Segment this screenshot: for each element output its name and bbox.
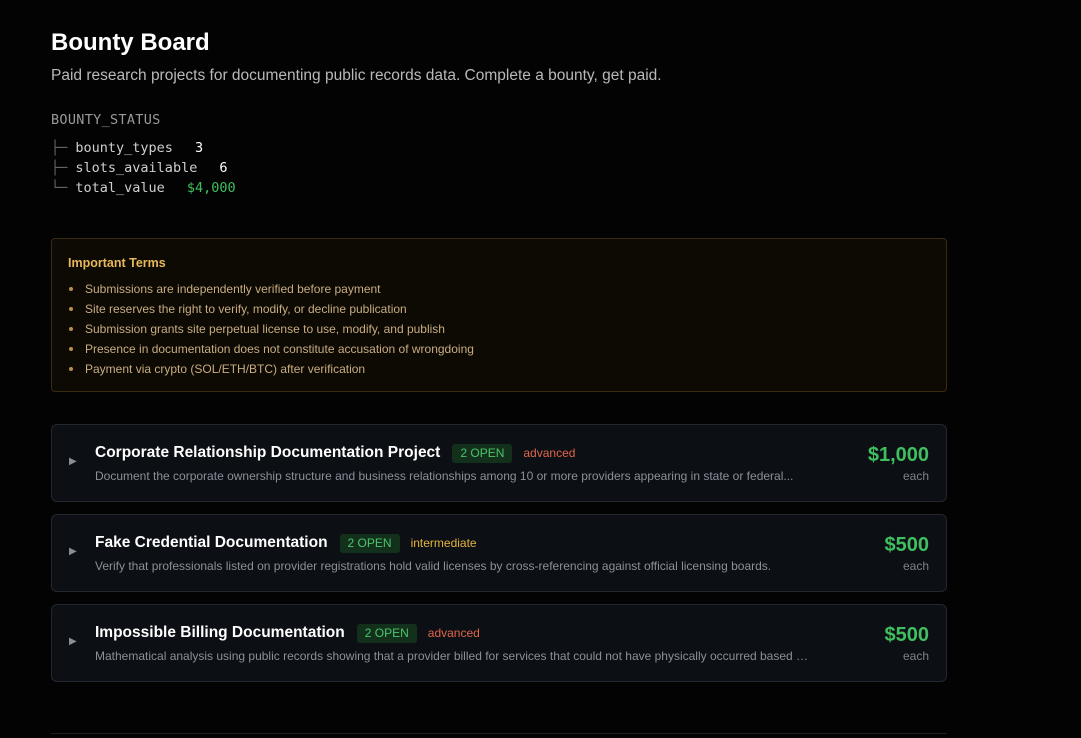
bounty-description: Document the corporate ownership structu… [95,469,794,483]
bounty-title: Corporate Relationship Documentation Pro… [95,444,441,461]
price-amount: $1,000 [867,444,929,466]
caret-right-icon[interactable]: ▶ [69,456,77,467]
status-key: slots_available [75,160,198,176]
bounty-list: ▶ Corporate Relationship Documentation P… [51,424,947,682]
bounty-title: Impossible Billing Documentation [95,624,345,641]
tree-branch: ├─ [51,140,68,156]
price-amount: $500 [884,624,930,646]
terms-title: Important Terms [68,256,166,270]
important-terms-box: Important Terms Submissions are independ… [51,238,947,392]
tree-branch: ├─ [51,160,68,176]
bounty-description: Mathematical analysis using public recor… [95,649,811,663]
terms-item-text: Submission grants site perpetual license… [85,322,445,336]
terms-list: Submissions are independently verified b… [68,279,930,379]
terms-item-text: Submissions are independently verified b… [85,282,381,296]
price-unit: each [902,649,929,663]
price-unit: each [902,469,929,483]
terms-item-text: Presence in documentation does not const… [85,342,474,356]
terms-item: Presence in documentation does not const… [68,339,930,359]
bounty-headline: Corporate Relationship Documentation Pro… [95,442,815,464]
bullet-icon [69,307,73,311]
page-title: Bounty Board [51,29,210,56]
status-value: 3 [194,140,204,156]
open-slots-badge: 2 OPEN [339,533,400,553]
bounty-card-fake-credential[interactable]: ▶ Fake Credential Documentation 2 OPEN i… [51,514,947,592]
status-key: bounty_types [75,140,173,156]
status-value: 6 [219,160,228,176]
section-divider [51,733,947,734]
tree-branch: └─ [51,180,68,196]
status-key: total_value [75,180,165,196]
difficulty-label: intermediate [410,536,477,550]
bounty-card-main: Corporate Relationship Documentation Pro… [95,442,815,483]
status-row-slots-available: ├─ slots_available 6 [51,158,1081,178]
status-heading: BOUNTY_STATUS [51,112,161,128]
price-unit: each [902,559,929,573]
bounty-headline: Fake Credential Documentation 2 OPEN int… [95,532,815,554]
bounty-card-impossible-billing[interactable]: ▶ Impossible Billing Documentation 2 OPE… [51,604,947,682]
terms-item-text: Site reserves the right to verify, modif… [85,302,407,316]
status-tree: ├─ bounty_types 3 ├─ slots_available 6 └─ … [51,138,1081,198]
bounty-title: Fake Credential Documentation [95,534,328,551]
bounty-price: $500 each [885,532,930,574]
price-amount: $500 [884,534,930,556]
bounty-status: BOUNTY_STATUS ├─ bounty_types 3 ├─ slots_… [51,112,1081,198]
terms-item: Submissions are independently verified b… [68,279,930,299]
status-value: $4,000 [186,180,236,196]
bounty-card-corporate-relationship[interactable]: ▶ Corporate Relationship Documentation P… [51,424,947,502]
bounty-board-page: Bounty Board Paid research projects for … [0,0,1081,738]
terms-item-text: Payment via crypto (SOL/ETH/BTC) after v… [85,362,366,376]
terms-item: Site reserves the right to verify, modif… [68,299,930,319]
bounty-card-main: Impossible Billing Documentation 2 OPEN … [95,622,815,663]
bounty-headline: Impossible Billing Documentation 2 OPEN … [95,622,815,644]
open-slots-badge: 2 OPEN [452,443,513,463]
bounty-price: $1,000 each [868,442,929,484]
bullet-icon [69,367,73,371]
caret-right-icon[interactable]: ▶ [69,636,77,647]
bounty-card-main: Fake Credential Documentation 2 OPEN int… [95,532,815,573]
terms-item: Submission grants site perpetual license… [68,319,930,339]
bounty-price: $500 each [885,622,930,664]
terms-item: Payment via crypto (SOL/ETH/BTC) after v… [68,359,930,379]
bounty-description: Verify that professionals listed on prov… [95,559,772,573]
bullet-icon [69,347,73,351]
bullet-icon [69,287,73,291]
difficulty-label: advanced [427,626,480,640]
difficulty-label: advanced [523,446,576,460]
page-subtitle: Paid research projects for documenting p… [51,67,662,84]
caret-right-icon[interactable]: ▶ [69,546,77,557]
status-row-bounty-types: ├─ bounty_types 3 [51,138,1081,158]
status-row-total-value: └─ total_value $4,000 [51,178,1081,198]
open-slots-badge: 2 OPEN [356,623,417,643]
bullet-icon [69,327,73,331]
